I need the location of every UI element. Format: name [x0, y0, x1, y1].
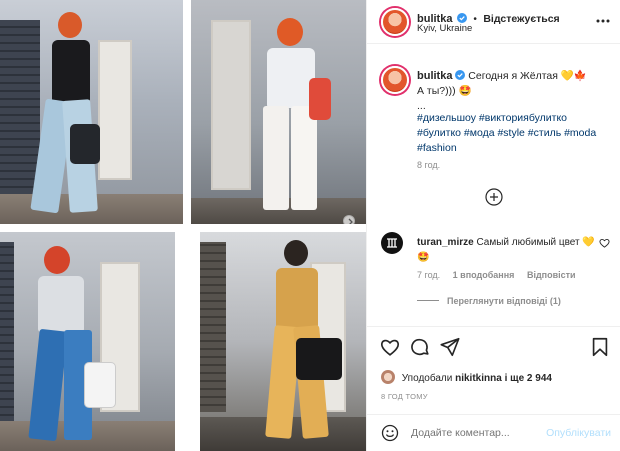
tote-bag [296, 338, 342, 380]
verified-icon [456, 13, 467, 23]
share-icon[interactable] [439, 336, 461, 358]
leg [291, 106, 317, 210]
torso [267, 48, 315, 108]
action-bar [367, 326, 620, 366]
person [28, 246, 116, 446]
reply-button[interactable]: Відповісти [527, 270, 576, 280]
commenter-username[interactable]: turan_mirze [417, 237, 474, 248]
hashtags[interactable]: #дизельшоу #викториябулитко #булитко #мо… [417, 111, 613, 156]
photo-3 [0, 232, 175, 451]
verified-icon [455, 70, 466, 80]
liker-avatar[interactable] [381, 370, 395, 384]
load-more-comments-icon[interactable] [485, 188, 503, 206]
comment-like-heart-icon[interactable] [599, 238, 610, 248]
person [30, 12, 110, 222]
liker-username[interactable]: nikitkinna [455, 373, 502, 384]
more-icon[interactable] [595, 14, 611, 28]
location-link[interactable]: Kyiv, Ukraine [417, 23, 472, 34]
replies-divider [417, 300, 439, 301]
head [58, 12, 82, 38]
emoji-icon[interactable] [381, 424, 399, 442]
comment-icon[interactable] [409, 336, 431, 358]
commenter-logo-icon [387, 238, 397, 248]
photo-1 [0, 0, 183, 224]
photo-4 [200, 232, 366, 451]
comment-meta: 7 год. 1 вподобання Відповісти [417, 270, 576, 280]
post-side-panel: bulitka • Відстежується Kyiv, Ukraine bu… [366, 0, 620, 451]
likes-prefix: Уподобали [401, 373, 453, 384]
likes-count[interactable]: і ще 2 944 [505, 373, 552, 384]
post-header: bulitka • Відстежується Kyiv, Ukraine [367, 0, 620, 44]
photo-2 [191, 0, 366, 224]
author-avatar[interactable] [381, 8, 409, 36]
next-arrow-icon[interactable] [343, 215, 355, 224]
caption-avatar[interactable] [381, 66, 409, 94]
torso [276, 268, 318, 328]
torso [38, 276, 84, 332]
save-icon[interactable] [589, 336, 611, 358]
person [251, 18, 331, 218]
leg [28, 328, 68, 442]
commenter-avatar[interactable] [381, 232, 403, 254]
door [211, 20, 251, 190]
backpack [84, 362, 116, 408]
caption-time: 8 год. [417, 160, 441, 170]
head [277, 18, 303, 46]
person [252, 240, 342, 446]
caption-text-line1: Сегодня я Жёлтая 💛🍁 [468, 70, 588, 82]
brick-wall [0, 242, 14, 422]
instagram-post: bulitka • Відстежується Kyiv, Ukraine bu… [0, 0, 620, 451]
leg [263, 106, 289, 210]
caption: bulitka Сегодня я Жёлтая 💛🍁 А ты?))) 🤩 .… [417, 69, 613, 114]
publish-button[interactable]: Опублікувати [546, 427, 611, 439]
add-comment-bar: Опублікувати [367, 414, 620, 451]
torso [52, 40, 90, 102]
separator-dot: • [473, 14, 477, 25]
head [44, 246, 70, 274]
likes-line: Уподобали nikitkinna і ще 2 944 [381, 370, 552, 384]
brick-wall [200, 242, 226, 412]
posted-time: 8 ГОД ТОМУ [381, 392, 428, 401]
backpack [70, 124, 100, 164]
bag [309, 78, 331, 120]
heart-icon[interactable] [379, 336, 401, 358]
following-button[interactable]: Відстежується [483, 13, 559, 25]
head [284, 240, 308, 266]
comment-time: 7 год. [417, 270, 441, 280]
post-media-collage[interactable] [0, 0, 366, 451]
add-comment-input[interactable] [411, 427, 531, 439]
comment-body: turan_mirze Самый любимый цвет 💛🤩 [417, 235, 597, 265]
view-replies[interactable]: Переглянути відповіді (1) [417, 296, 561, 306]
caption-text-line2: А ты?))) 🤩 [417, 85, 472, 97]
comment-likes[interactable]: 1 вподобання [453, 270, 515, 280]
view-replies-label[interactable]: Переглянути відповіді (1) [447, 296, 561, 306]
caption-username[interactable]: bulitka [417, 70, 452, 82]
